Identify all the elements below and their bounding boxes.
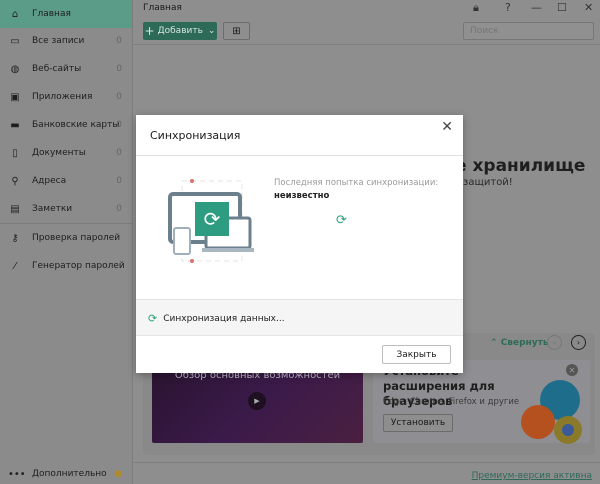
notes-icon: ▤ [10,203,20,215]
breadcrumb: Главная [143,3,182,13]
sidebar-item-notes[interactable]: ▤ Заметки 0 [0,195,132,223]
laptop-base [202,248,254,252]
sidebar: ⌂ Главная ▭ Все записи 0 ◍ Веб-сайты 0 ▣ Прило… [0,0,133,484]
welcome-title: е хранилище [455,156,586,176]
sidebar-item-password-check[interactable]: ⚷ Проверка паролей [0,224,132,252]
video-thumbnail[interactable]: Обзор основных возможностей ▶ [152,368,363,443]
sidebar-item-password-generator[interactable]: ⁄ Генератор паролей [0,252,132,280]
folder-add-icon: ⊞ [232,25,241,37]
wand-icon: ⁄ [14,260,16,272]
last-sync-value: неизвестно [274,191,330,201]
install-button[interactable]: Установить [383,414,453,432]
close-button[interactable]: Закрыть [382,345,451,364]
help-icon[interactable]: ? [505,1,511,14]
sidebar-item-documents[interactable]: ▯ Документы 0 [0,139,132,167]
maximize-icon[interactable]: ☐ [557,1,567,14]
close-window-icon[interactable]: ✕ [584,1,593,14]
welcome-subtitle: защитой! [463,177,513,188]
prev-button[interactable]: ‹ [547,335,562,350]
sync-icon: ⟳ [204,207,221,231]
next-button[interactable]: › [571,335,586,350]
plus-icon: + [144,24,155,38]
sidebar-item-all[interactable]: ▭ Все записи 0 [0,27,132,55]
footer-divider [133,462,600,463]
apps-icon: ▣ [10,91,20,103]
last-sync-label: Последняя попытка синхронизации: [274,178,439,188]
extension-subtitle: Edge, Chrome, Firefox и другие [383,397,520,407]
loading-spinner-icon: ⟳ [336,213,347,228]
search-input[interactable] [463,22,594,40]
collapse-button[interactable]: ⌃ Свернуть [490,338,549,348]
sync-devices-illustration: ⟳ [168,179,254,263]
chevron-left-icon: ‹ [552,338,557,347]
minimize-icon[interactable]: — [531,1,542,14]
close-card-icon[interactable]: ✕ [566,364,578,376]
dot [190,179,194,183]
phone [173,227,191,255]
card-icon: ▬ [10,119,20,131]
home-icon: ⌂ [11,8,19,20]
add-button[interactable]: + Добавить ⌄ [143,22,217,40]
new-folder-button[interactable]: ⊞ [223,22,250,40]
sync-dialog: Синхронизация ✕ ⟳ Последняя попытка синх… [136,115,463,373]
browser-logos-icon [521,380,582,444]
close-icon[interactable]: ✕ [441,119,453,135]
location-icon: ⚲ [11,175,19,187]
sidebar-item-websites[interactable]: ◍ Веб-сайты 0 [0,55,132,83]
sync-status-bar: ⟳ Синхронизация данных... [136,299,463,336]
sidebar-item-cards[interactable]: ▬ Банковские карты 0 [0,111,132,139]
folder-icon: ▭ [10,35,20,47]
document-icon: ▯ [12,147,18,159]
dot [190,259,194,263]
chevron-right-icon: › [576,338,581,347]
key-icon: ⚷ [11,232,19,244]
notification-dot-icon: ● [114,469,122,479]
dialog-title: Синхронизация [150,129,241,142]
chevron-up-icon: ⌃ [490,338,501,348]
chevron-down-icon: ⌄ [207,26,216,36]
dialog-divider [136,155,463,156]
play-icon[interactable]: ▶ [248,392,266,410]
globe-icon: ◍ [10,63,20,75]
premium-link[interactable]: Премиум-версия активна [472,471,592,481]
sidebar-item-more[interactable]: ••• Дополнительно ● [0,464,132,484]
header-divider [133,44,600,45]
sidebar-item-addresses[interactable]: ⚲ Адреса 0 [0,167,132,195]
firefox-logo [521,405,555,439]
more-icon: ••• [8,468,26,480]
sidebar-item-apps[interactable]: ▣ Приложения 0 [0,83,132,111]
sync-icon: ⟳ [148,312,158,325]
chrome-center [562,424,574,436]
lock-icon[interactable]: 🔒︎ [473,1,479,15]
sidebar-item-home[interactable]: ⌂ Главная [0,0,132,28]
sync-status-text: Синхронизация данных... [163,313,285,324]
